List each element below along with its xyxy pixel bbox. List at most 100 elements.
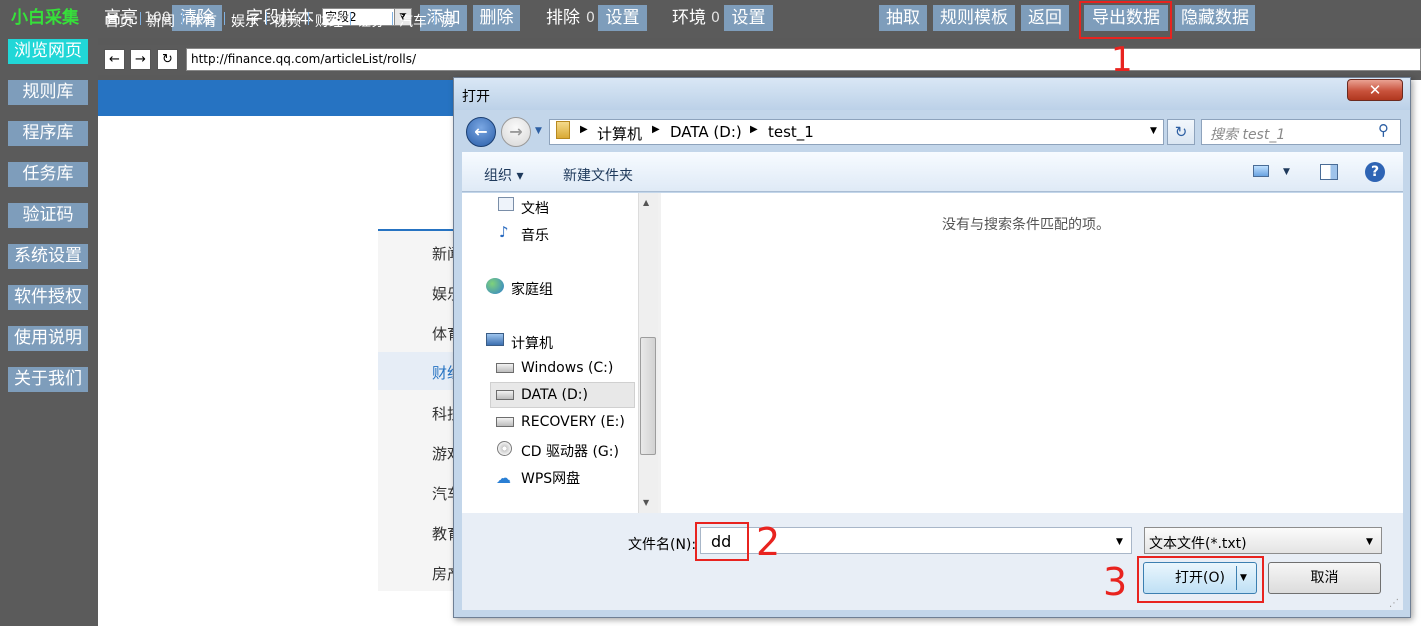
tree-item-cd-drive[interactable]: CD 驱动器 (G:) [521, 441, 619, 461]
cancel-button[interactable]: 取消 [1268, 562, 1381, 594]
music-icon: ♪ [499, 223, 509, 241]
help-icon[interactable]: ? [1365, 162, 1385, 182]
recent-locations-chevron-icon[interactable]: ▼ [535, 126, 542, 136]
annotation-box-filename [695, 522, 749, 561]
site-nav-separator [392, 12, 393, 25]
browser-forward-button[interactable]: → [130, 49, 151, 70]
breadcrumb-data-drive[interactable]: DATA (D:) [670, 123, 742, 141]
data-drive-icon [496, 390, 514, 400]
address-history-chevron-icon[interactable]: ▼ [1150, 126, 1157, 136]
dialog-refresh-button[interactable]: ↻ [1167, 119, 1195, 145]
annotation-box-open [1137, 556, 1264, 603]
sidebar-item-license[interactable]: 软件授权 [8, 285, 88, 310]
environment-label: 环境 [672, 8, 706, 28]
documents-icon [498, 197, 514, 211]
recovery-drive-icon [496, 417, 514, 427]
tree-item-documents[interactable]: 文档 [521, 198, 549, 218]
navigation-scrollbar-thumb[interactable] [640, 337, 656, 455]
extract-button[interactable]: 抽取 [879, 5, 927, 31]
exclude-settings-button[interactable]: 设置 [598, 5, 647, 31]
dialog-title: 打开 [462, 89, 490, 105]
search-placeholder: 搜索 test_1 [1210, 127, 1286, 143]
browser-refresh-button[interactable]: ↻ [157, 49, 178, 70]
computer-icon [486, 333, 504, 346]
sidebar-item-tasks[interactable]: 任务库 [8, 162, 88, 187]
environment-settings-button[interactable]: 设置 [724, 5, 773, 31]
new-folder-button[interactable]: 新建文件夹 [563, 165, 633, 185]
sidebar-item-programs[interactable]: 程序库 [8, 121, 88, 146]
url-input[interactable]: http://finance.qq.com/articleList/rolls/ [186, 48, 1421, 71]
site-nav-separator [350, 12, 351, 25]
homegroup-icon [486, 278, 504, 294]
scroll-up-icon[interactable]: ▲ [643, 198, 649, 207]
site-nav-link[interactable]: 视频 [273, 11, 301, 31]
tree-item-homegroup[interactable]: 家庭组 [511, 279, 553, 299]
site-nav [98, 80, 458, 116]
dialog-close-button[interactable]: ✕ [1347, 79, 1403, 101]
change-view-icon[interactable] [1253, 165, 1269, 177]
sidebar-item-settings[interactable]: 系统设置 [8, 244, 88, 269]
sidebar-item-about[interactable]: 关于我们 [8, 367, 88, 392]
site-nav-link[interactable]: 首页 [105, 11, 133, 31]
scroll-down-icon[interactable]: ▼ [643, 498, 649, 507]
environment-count: 0 [711, 10, 720, 26]
site-nav-separator [182, 12, 183, 25]
site-nav-separator [266, 12, 267, 25]
annotation-number-3: 3 [1103, 560, 1128, 604]
breadcrumb-arrow-icon: ▶ [750, 124, 758, 135]
exclude-label: 排除 [546, 8, 580, 28]
breadcrumb-arrow-icon: ▶ [580, 124, 588, 135]
annotation-box-export [1079, 1, 1172, 39]
delete-button[interactable]: 删除 [473, 5, 520, 31]
tree-item-recovery-drive[interactable]: RECOVERY (E:) [521, 414, 625, 430]
windows-drive-icon [496, 363, 514, 373]
tree-item-music[interactable]: 音乐 [521, 225, 549, 245]
file-list-pane[interactable] [661, 193, 1403, 513]
breadcrumb-test-folder[interactable]: test_1 [768, 123, 814, 141]
site-nav-separator [140, 12, 141, 25]
breadcrumb-computer[interactable]: 计算机 [597, 123, 642, 144]
back-button[interactable]: 返回 [1021, 5, 1069, 31]
annotation-number-2: 2 [756, 520, 781, 564]
tree-item-wps-drive[interactable]: WPS网盘 [521, 468, 580, 488]
hide-data-button[interactable]: 隐藏数据 [1175, 5, 1255, 31]
organize-menu[interactable]: 组织 ▾ [484, 165, 523, 185]
sidebar-item-browse[interactable]: 浏览网页 [8, 39, 88, 64]
browser-back-button[interactable]: ← [104, 49, 125, 70]
site-nav-link[interactable]: 新闻 [147, 11, 175, 31]
breadcrumb-arrow-icon: ▶ [652, 124, 660, 135]
filename-history-chevron-icon[interactable]: ▼ [1116, 537, 1123, 547]
dialog-title-bar[interactable] [454, 78, 1410, 110]
site-nav-link[interactable]: 房 [441, 11, 455, 31]
exclude-count: 0 [586, 10, 595, 26]
tree-item-windows-drive[interactable]: Windows (C:) [521, 360, 613, 376]
cd-drive-icon [497, 441, 512, 456]
sidebar-item-captcha[interactable]: 验证码 [8, 203, 88, 228]
cloud-drive-icon: ☁ [496, 469, 511, 487]
search-icon[interactable]: ⚲ [1378, 121, 1389, 139]
view-options-chevron-icon[interactable]: ▼ [1283, 167, 1290, 177]
site-nav-link[interactable]: 财经 [315, 11, 343, 31]
site-nav-link[interactable]: 体育 [189, 11, 217, 31]
sidebar-item-manual[interactable]: 使用说明 [8, 326, 88, 351]
navigation-pane [462, 193, 638, 513]
site-nav-separator [224, 12, 225, 25]
rule-template-button[interactable]: 规则模板 [933, 5, 1015, 31]
site-nav-link[interactable]: 汽车 [399, 11, 427, 31]
site-nav-link[interactable]: 证券 [357, 11, 385, 31]
filename-label: 文件名(N): [628, 537, 697, 553]
site-nav-link[interactable]: 娱乐 [231, 11, 259, 31]
site-nav-separator [434, 12, 435, 25]
tree-item-data-drive[interactable]: DATA (D:) [521, 387, 588, 403]
dialog-forward-button[interactable]: → [501, 117, 531, 147]
resize-grip-icon[interactable]: ⋰ [1389, 598, 1399, 609]
empty-results-message: 没有与搜索条件匹配的项。 [942, 217, 1110, 233]
preview-pane-icon[interactable] [1320, 164, 1338, 180]
filetype-chevron-icon[interactable]: ▼ [1366, 537, 1373, 547]
site-nav-separator [308, 12, 309, 25]
app-logo: 小白采集 [11, 8, 79, 28]
tree-item-computer[interactable]: 计算机 [511, 333, 553, 353]
annotation-number-1: 1 [1111, 40, 1133, 80]
dialog-back-button[interactable]: ← [466, 117, 496, 147]
sidebar-item-rules[interactable]: 规则库 [8, 80, 88, 105]
